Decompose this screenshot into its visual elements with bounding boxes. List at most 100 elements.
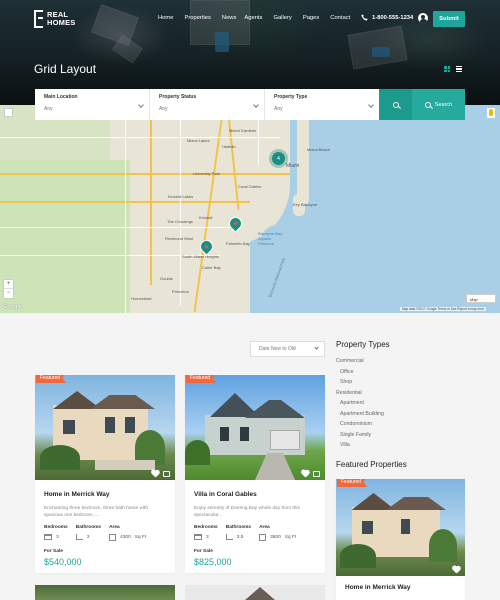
type-condominium[interactable]: Condominium — [336, 419, 384, 430]
property-card[interactable]: Featured Villa in Coral Gables Enjoy ser… — [185, 375, 325, 573]
type-apartment[interactable]: Apartment — [336, 398, 384, 409]
featured-property-image[interactable]: Featured — [336, 479, 465, 576]
map-label: Homestead — [131, 296, 152, 301]
zoom-out-button[interactable]: − — [4, 289, 13, 298]
bed-icon — [194, 534, 202, 540]
property-price: $540,000 — [44, 557, 82, 567]
type-villa[interactable]: Villa — [336, 440, 384, 451]
location-label: Main Location — [44, 94, 78, 100]
compare-icon[interactable] — [313, 470, 320, 477]
map-attribution[interactable]: Map data ©2017 Google Terms of Use Repor… — [400, 307, 487, 311]
location-select[interactable]: Main Location Any — [35, 89, 150, 120]
map-label: University Park — [193, 171, 220, 176]
status-select[interactable]: Property Status Any — [150, 89, 265, 120]
bathrooms-value: 3.5 — [236, 534, 244, 540]
submit-property-button[interactable]: Submit — [433, 11, 465, 27]
phone-contact[interactable]: 1-800-555-1234 — [361, 14, 413, 21]
property-types-list: Commercial Office Shop Residential Apart… — [336, 356, 384, 451]
bathrooms-label: Bathrooms — [75, 525, 102, 530]
map-label: Miami Beach — [307, 147, 331, 152]
logo[interactable]: REAL HOMES — [34, 10, 76, 28]
property-title[interactable]: Villa in Coral Gables — [194, 491, 316, 498]
featured-property-card[interactable]: Featured Home in Merrick Way — [336, 479, 465, 600]
property-status: For Sale — [194, 549, 213, 554]
bedrooms-value: 3 — [56, 534, 59, 540]
page-title: Grid Layout — [34, 62, 97, 76]
chevron-down-icon — [314, 345, 319, 350]
type-shop[interactable]: Shop — [336, 377, 384, 388]
property-card-image-partial[interactable] — [35, 585, 175, 600]
logo-line2: HOMES — [47, 18, 76, 27]
type-office[interactable]: Office — [336, 367, 384, 378]
compare-icon[interactable] — [163, 470, 170, 477]
type-residential[interactable]: Residential — [336, 388, 384, 399]
google-logo: Google — [3, 304, 22, 310]
type-apartment-building[interactable]: Apartment Building — [336, 409, 384, 420]
property-card-image-partial[interactable] — [185, 585, 325, 600]
grid-view-icon[interactable] — [444, 66, 450, 72]
map-cluster[interactable]: 4 — [272, 152, 285, 165]
nav-item-properties[interactable]: Properties — [184, 15, 210, 21]
view-toggle — [444, 66, 462, 72]
search-icon — [424, 101, 431, 108]
area-value: 3500 — [270, 535, 281, 540]
heart-icon[interactable] — [301, 470, 309, 477]
nav-item-pages[interactable]: Pages — [303, 15, 319, 21]
area-icon — [109, 534, 117, 541]
property-image[interactable]: Featured — [185, 375, 325, 480]
map-label: Goulds — [160, 276, 173, 281]
map-label: Princeton — [172, 289, 189, 294]
area-value: 4300 — [120, 535, 131, 540]
search-form: Main Location Any Property Status Any Pr… — [35, 89, 465, 120]
list-view-icon[interactable] — [456, 66, 462, 72]
map-type-select[interactable]: Map — [466, 294, 496, 303]
search-button-label: Search — [434, 101, 453, 108]
area-label: Area — [259, 525, 270, 530]
map-label: Cutler Bay — [202, 265, 221, 270]
heart-icon[interactable] — [151, 470, 159, 477]
search-button[interactable]: Search — [412, 89, 465, 120]
user-icon[interactable] — [418, 13, 428, 23]
featured-badge: Featured — [337, 479, 368, 487]
main-nav: Home Properties News Agents Gallery Page… — [158, 15, 350, 21]
properties-map[interactable]: Miami Gardens Miami Lakes Hialeah Miami … — [0, 105, 500, 313]
nav-item-news[interactable]: News — [222, 15, 237, 21]
zoom-in-button[interactable]: + — [4, 280, 13, 289]
property-card[interactable]: Featured Home in Merrick Way Enchanting … — [35, 375, 175, 573]
map-label: Key Biscayne — [293, 202, 318, 207]
property-title[interactable]: Home in Merrick Way — [44, 491, 166, 498]
phone-icon — [361, 14, 368, 21]
map-label: Hialeah — [222, 144, 236, 149]
street-view-icon[interactable] — [487, 108, 495, 118]
advanced-search-button[interactable] — [379, 89, 412, 120]
map-label: South Miami Heights — [182, 254, 219, 259]
map-label: Palmetto Bay — [226, 241, 250, 246]
map-label: Coral Gables — [238, 184, 262, 189]
area-icon — [259, 534, 267, 541]
nav-item-gallery[interactable]: Gallery — [273, 15, 291, 21]
fullscreen-button[interactable] — [4, 108, 13, 117]
type-single-family[interactable]: Single Family — [336, 430, 384, 441]
property-description: Enchanting three bedroom, three bath hom… — [44, 506, 148, 518]
bath-icon — [75, 534, 83, 540]
type-select[interactable]: Property Type Any — [265, 89, 380, 120]
map-label: Miami — [286, 163, 300, 169]
featured-badge: Featured — [186, 375, 217, 383]
featured-property-title[interactable]: Home in Merrick Way — [345, 584, 456, 591]
area-unit: Sq Ft — [284, 535, 297, 540]
location-value: Any — [44, 106, 53, 112]
heart-icon[interactable] — [452, 566, 460, 573]
phone-number: 1-800-555-1234 — [372, 14, 414, 21]
property-image[interactable]: Featured — [35, 375, 175, 480]
sort-select[interactable]: Date New to Old — [250, 341, 325, 357]
property-types-heading: Property Types — [336, 340, 390, 349]
nav-item-contact[interactable]: Contact — [330, 15, 350, 21]
nav-item-home[interactable]: Home — [158, 15, 173, 21]
type-commercial[interactable]: Commercial — [336, 356, 384, 367]
nav-item-agents[interactable]: Agents — [244, 15, 262, 21]
bedrooms-label: Bedrooms — [44, 525, 68, 530]
bedrooms-value: 3 — [206, 534, 209, 540]
bed-icon — [44, 534, 52, 540]
zoom-search-icon — [392, 101, 399, 108]
map-label: Miami Lakes — [187, 138, 210, 143]
